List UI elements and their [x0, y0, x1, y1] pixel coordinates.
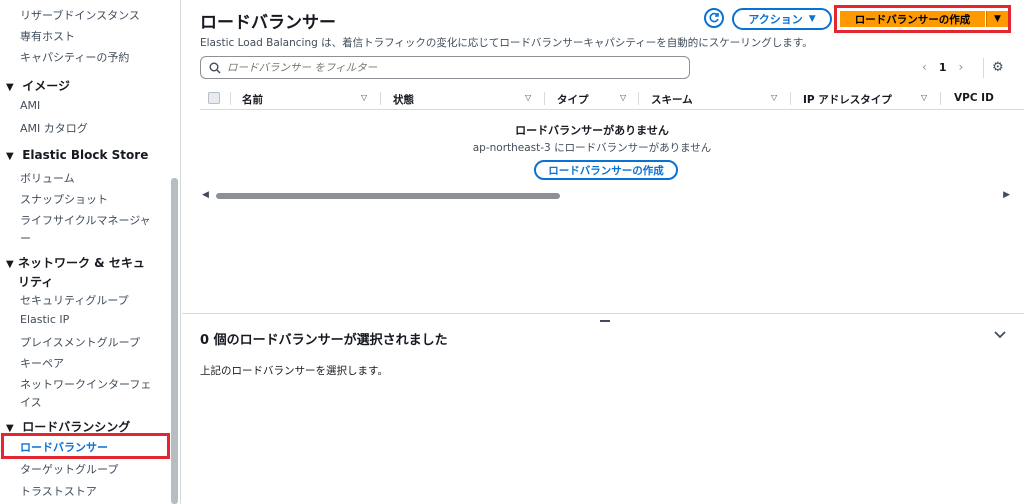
- page-description: Elastic Load Balancing は、着信トラフィックの変化に応じて…: [200, 37, 813, 49]
- gear-icon[interactable]: ⚙: [992, 60, 1004, 75]
- filter-search: [200, 56, 690, 79]
- resize-handle-icon[interactable]: [600, 320, 610, 322]
- scrollbar-thumb[interactable]: [216, 193, 560, 199]
- create-label: ロードバランサーの作成: [854, 13, 971, 26]
- sidebar-item-ami[interactable]: AMI: [20, 99, 40, 112]
- sidebar-item-label-line1: ライフサイクルマネージャ: [20, 214, 151, 227]
- sidebar-section-label: Elastic Block Store: [22, 148, 149, 162]
- column-header-scheme[interactable]: スキーム: [651, 92, 693, 107]
- sort-icon[interactable]: ▽: [620, 93, 626, 102]
- empty-state-title: ロードバランサーがありません: [515, 124, 669, 137]
- sidebar-section-label: イメージ: [22, 79, 70, 93]
- sidebar-item-reserved-instances[interactable]: リザーブドインスタンス: [20, 7, 140, 23]
- actions-button[interactable]: アクション ▼: [732, 8, 832, 30]
- sidebar: リザーブドインスタンス 専有ホスト キャパシティーの予約 ▼ イメージ AMI …: [0, 0, 181, 504]
- empty-create-label: ロードバランサーの作成: [548, 164, 664, 177]
- horizontal-scrollbar[interactable]: ◀ ▶: [200, 190, 1010, 202]
- sidebar-scrollbar[interactable]: [171, 178, 178, 504]
- refresh-button[interactable]: [704, 8, 724, 28]
- select-all-checkbox[interactable]: [208, 92, 220, 104]
- refresh-icon: [709, 12, 719, 23]
- pager-divider: [983, 58, 984, 78]
- sidebar-item-dedicated-hosts[interactable]: 専有ホスト: [20, 28, 75, 44]
- sort-icon[interactable]: ▽: [361, 93, 367, 102]
- page-title: ロードバランサー: [200, 13, 336, 33]
- column-header-type[interactable]: タイプ: [557, 92, 589, 107]
- sidebar-item-label-line2: イス: [20, 396, 42, 409]
- column-separator: [380, 92, 381, 105]
- chevron-down-icon[interactable]: [994, 330, 1006, 340]
- pagination: ‹ 1 ›: [922, 60, 963, 74]
- sidebar-item-security-groups[interactable]: セキュリティグループ: [20, 292, 129, 308]
- sidebar-section-ebs[interactable]: ▼ Elastic Block Store: [6, 148, 148, 162]
- sidebar-section-label: ロードバランシング: [22, 420, 131, 434]
- caret-down-icon: ▼: [808, 14, 816, 24]
- actions-label: アクション: [748, 13, 803, 26]
- sidebar-section-images[interactable]: ▼ イメージ: [6, 77, 70, 94]
- sidebar-item-load-balancers[interactable]: ロードバランサー: [20, 439, 108, 455]
- scroll-left-icon[interactable]: ◀: [202, 190, 209, 200]
- column-header-ip-address-type[interactable]: IP アドレスタイプ: [803, 92, 892, 107]
- page-number[interactable]: 1: [939, 61, 947, 74]
- column-separator: [638, 92, 639, 105]
- sidebar-section-label-line2: リティ: [18, 275, 54, 289]
- sidebar-section-network-security[interactable]: ▼ ネットワーク & セキュ リティ: [6, 254, 145, 290]
- filter-input[interactable]: [227, 61, 667, 74]
- split-panel-divider: [182, 313, 1024, 314]
- sidebar-section-label-line1: ネットワーク & セキュ: [18, 256, 145, 270]
- next-page-icon[interactable]: ›: [958, 60, 963, 74]
- table-header: 名前 ▽ 状態 ▽ タイプ ▽ スキーム ▽ IP アドレスタイプ ▽ VPC …: [200, 88, 1024, 110]
- prev-page-icon[interactable]: ‹: [922, 60, 927, 74]
- sidebar-item-volumes[interactable]: ボリューム: [20, 170, 75, 186]
- column-separator: [940, 92, 941, 105]
- caret-down-icon: ▼: [6, 151, 14, 162]
- caret-down-icon: ▼: [6, 259, 14, 270]
- scroll-right-icon[interactable]: ▶: [1003, 190, 1010, 200]
- sidebar-item-placement-groups[interactable]: プレイスメントグループ: [20, 334, 140, 350]
- search-icon: [209, 62, 221, 74]
- sidebar-item-target-groups[interactable]: ターゲットグループ: [20, 461, 118, 477]
- column-separator: [544, 92, 545, 105]
- sidebar-divider: [180, 0, 181, 504]
- create-button-highlight: ロードバランサーの作成 ▼: [834, 5, 1011, 33]
- details-title: 0 個のロードバランサーが選択されました: [200, 333, 448, 348]
- column-header-name[interactable]: 名前: [242, 92, 263, 107]
- column-separator: [790, 92, 791, 105]
- caret-down-icon: ▼: [6, 82, 14, 93]
- sort-icon[interactable]: ▽: [921, 93, 927, 102]
- sidebar-item-lifecycle-manager[interactable]: ライフサイクルマネージャ ー: [20, 212, 151, 246]
- details-hint: 上記のロードバランサーを選択します。: [200, 365, 388, 377]
- column-separator: [230, 92, 231, 105]
- caret-down-icon: ▼: [994, 14, 1001, 24]
- empty-state-subtitle: ap-northeast-3 にロードバランサーがありません: [472, 142, 712, 154]
- sidebar-item-key-pairs[interactable]: キーペア: [20, 355, 64, 371]
- create-dropdown-button[interactable]: ▼: [986, 11, 1008, 27]
- column-header-vpc-id[interactable]: VPC ID: [954, 92, 994, 104]
- sidebar-item-capacity-reservations[interactable]: キャパシティーの予約: [20, 49, 129, 65]
- column-header-state[interactable]: 状態: [393, 92, 414, 107]
- sidebar-item-label-line2: ー: [20, 232, 31, 245]
- sort-icon[interactable]: ▽: [771, 93, 777, 102]
- sort-icon[interactable]: ▽: [525, 93, 531, 102]
- empty-create-button[interactable]: ロードバランサーの作成: [534, 160, 678, 180]
- sidebar-item-elastic-ip[interactable]: Elastic IP: [20, 313, 69, 326]
- create-load-balancer-button[interactable]: ロードバランサーの作成: [840, 11, 985, 27]
- sidebar-item-label-line1: ネットワークインターフェ: [20, 378, 152, 391]
- sidebar-item-ami-catalog[interactable]: AMI カタログ: [20, 120, 88, 136]
- sidebar-item-network-interfaces[interactable]: ネットワークインターフェ イス: [20, 376, 151, 410]
- console-root: リザーブドインスタンス 専有ホスト キャパシティーの予約 ▼ イメージ AMI …: [0, 0, 1024, 504]
- sidebar-item-trust-stores[interactable]: トラストストア: [20, 483, 97, 499]
- sidebar-item-snapshots[interactable]: スナップショット: [20, 191, 108, 207]
- main-content: ロードバランサー Elastic Load Balancing は、着信トラフィ…: [182, 0, 1024, 504]
